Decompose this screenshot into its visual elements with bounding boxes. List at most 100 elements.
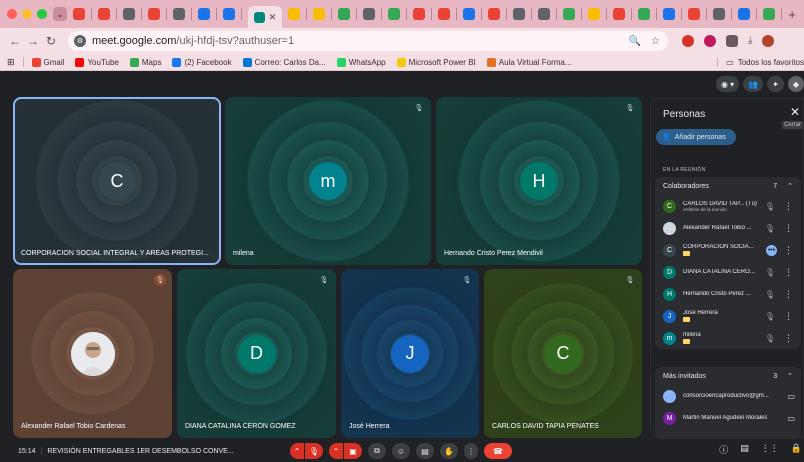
message-icon[interactable]: ▭ <box>787 414 795 423</box>
participants-count-icon[interactable]: 👥 <box>743 76 764 92</box>
minimize-window-button[interactable] <box>22 9 32 19</box>
effects-icon[interactable]: ✦ <box>767 76 784 92</box>
mic-options-chevron-icon[interactable]: ⌃ <box>290 443 304 459</box>
tab-favicon-icon[interactable] <box>538 8 550 20</box>
tab-favicon-icon[interactable] <box>413 8 425 20</box>
tab-favicon-icon[interactable] <box>313 8 325 20</box>
tab-favicon-icon[interactable] <box>688 8 700 20</box>
zoom-icon[interactable]: 🔍 <box>629 36 641 47</box>
bookmark-star-icon[interactable]: ☆ <box>651 36 660 47</box>
more-vert-icon[interactable]: ⋮ <box>784 267 793 278</box>
meeting-info-icon[interactable]: ⓘ <box>719 443 728 456</box>
forward-arrow-icon[interactable]: → <box>24 34 42 48</box>
invited-header[interactable]: Más invitados 3 ⌃ <box>655 367 801 385</box>
mic-off-icon[interactable]: 🎙 <box>305 443 323 459</box>
tab-favicon-icon[interactable] <box>123 8 135 20</box>
tab-favicon-icon[interactable] <box>488 8 500 20</box>
camera-options-chevron-icon[interactable]: ⌃ <box>329 443 343 459</box>
mic-off-icon[interactable]: 🎙 <box>765 334 775 343</box>
extension-icon[interactable] <box>704 35 716 47</box>
participant-list-item[interactable]: J José Herrera 🎙 ⋮ <box>655 305 801 327</box>
mic-off-icon[interactable]: 🎙 <box>765 202 775 211</box>
chat-icon[interactable]: ▤ <box>740 443 749 456</box>
camera-off-icon[interactable]: ▣ <box>344 443 362 459</box>
new-tab-plus-icon[interactable]: + <box>788 7 796 22</box>
tab-favicon-icon[interactable] <box>173 8 185 20</box>
tab-favicon-icon[interactable] <box>148 8 160 20</box>
extensions-puzzle-icon[interactable] <box>726 35 738 47</box>
bookmark-item[interactable]: Aula Virtual Forma... <box>486 57 572 67</box>
participant-list-item[interactable]: H Hernando Cristo Perez ... 🎙 ⋮ <box>655 283 801 305</box>
bookmark-item[interactable]: Correo: Carlos Da... <box>242 57 326 67</box>
more-vert-icon[interactable]: ⋮ <box>784 245 793 256</box>
extension-icon[interactable] <box>682 35 694 47</box>
participant-list-item[interactable]: C CORPORACION SOCIA... ••• ⋮ <box>655 239 801 261</box>
close-tab-icon[interactable]: ✕ <box>269 12 277 23</box>
tab-favicon-icon[interactable] <box>738 8 750 20</box>
message-icon[interactable]: ▭ <box>787 392 795 401</box>
tab-favicon-icon[interactable] <box>663 8 675 20</box>
tab-favicon-icon[interactable] <box>638 8 650 20</box>
download-icon[interactable]: ⤓ <box>748 35 752 47</box>
more-vert-icon[interactable]: ⋮ <box>784 223 793 234</box>
participant-list-item[interactable]: m milena 🎙 ⋮ <box>655 327 801 349</box>
participant-tile[interactable]: 🎙 Alexander Rafael Tobio Cardenas <box>13 269 172 438</box>
participant-tile[interactable]: H 🎙 Hernando Cristo Perez Mendivil <box>436 97 642 265</box>
collaborators-header[interactable]: Colaboradores 7 ⌃ <box>655 177 801 195</box>
tab-favicon-icon[interactable] <box>288 8 300 20</box>
tab-favicon-icon[interactable] <box>98 8 110 20</box>
tab-favicon-icon[interactable] <box>223 8 235 20</box>
leave-call-icon[interactable]: ☎ <box>484 443 512 459</box>
more-vert-icon[interactable]: ⋮ <box>784 201 793 212</box>
reload-icon[interactable]: ↻ <box>42 34 60 48</box>
more-vert-icon[interactable]: ⋮ <box>784 311 793 322</box>
recording-indicator-icon[interactable]: ◉ ▾ <box>715 76 740 92</box>
add-people-button[interactable]: 👤 Añadir personas <box>656 129 736 145</box>
more-vert-icon[interactable]: ⋮ <box>784 333 793 344</box>
more-vert-icon[interactable]: ⋮ <box>784 289 793 300</box>
tab-favicon-icon[interactable] <box>338 8 350 20</box>
participant-tile[interactable]: J 🎙 José Herrera <box>341 269 479 438</box>
tab-favicon-icon[interactable] <box>363 8 375 20</box>
chevron-up-icon[interactable]: ⌃ <box>787 372 793 380</box>
mic-off-icon[interactable]: 🎙 <box>765 224 775 233</box>
back-arrow-icon[interactable]: ← <box>6 34 24 48</box>
tab-favicon-icon[interactable] <box>563 8 575 20</box>
activities-grid-icon[interactable]: ⋮⋮ <box>761 443 779 456</box>
participant-tile[interactable]: C CORPORACION SOCIAL INTEGRAL Y AREAS PRO… <box>13 97 221 265</box>
invited-list-item[interactable]: consorcioencaproductivo@gm... ▭ <box>655 385 801 407</box>
site-info-icon[interactable]: ⚙ <box>74 35 86 47</box>
address-bar[interactable]: ⚙ meet.google.com/ukj-hfdj-tsv?authuser=… <box>68 31 668 51</box>
captions-icon[interactable]: ▤ <box>416 443 434 459</box>
bookmark-item[interactable]: WhatsApp <box>336 57 386 67</box>
more-options-icon[interactable]: ⋮ <box>464 443 478 459</box>
participant-tile[interactable]: D 🎙 DIANA CATALINA CERON GOMEZ <box>177 269 336 438</box>
close-window-button[interactable] <box>7 9 17 19</box>
chevron-up-icon[interactable]: ⌃ <box>787 182 793 190</box>
participant-list-item[interactable]: C CARLOS DAVID TAP... (Tú) Anfitrión de la… <box>655 195 801 217</box>
bookmark-item[interactable]: Maps <box>129 57 161 67</box>
bookmark-item[interactable]: YouTube <box>75 57 119 67</box>
bookmark-item[interactable]: Microsoft Power BI <box>396 57 476 67</box>
participant-list-item[interactable]: Alexander Rafael Tobio ... 🎙 ⋮ <box>655 217 801 239</box>
tab-search-chevron-icon[interactable]: ⌄ <box>53 7 67 21</box>
tab-favicon-icon[interactable] <box>513 8 525 20</box>
close-panel-icon[interactable]: ✕ <box>790 105 800 119</box>
emoji-icon[interactable]: ☺ <box>392 443 410 459</box>
bookmark-item[interactable]: Gmail <box>31 57 64 67</box>
mic-off-icon[interactable]: 🎙 <box>765 312 775 321</box>
apps-grid-icon[interactable]: ⊞ <box>7 57 15 68</box>
raise-hand-icon[interactable]: ✋ <box>440 443 458 459</box>
tab-favicon-icon[interactable] <box>198 8 210 20</box>
tab-favicon-icon[interactable] <box>763 8 775 20</box>
maximize-window-button[interactable] <box>37 9 47 19</box>
host-controls-icon[interactable]: 🔒 <box>791 443 802 456</box>
tab-favicon-icon[interactable] <box>438 8 450 20</box>
invited-list-item[interactable]: M Martin Manuel Agudelo Morales ▭ <box>655 407 801 429</box>
more-indicators-icon[interactable]: ◆ <box>787 76 804 92</box>
participant-list-item[interactable]: D DIANA CATALINA CERO... 🎙 ⋮ <box>655 261 801 283</box>
tab-favicon-icon[interactable] <box>73 8 85 20</box>
participant-tile[interactable]: C 🎙 CARLOS DAVID TAPIA PENATES <box>484 269 642 438</box>
bookmark-item[interactable]: (2) Facebook <box>172 57 232 67</box>
tab-favicon-icon[interactable] <box>388 8 400 20</box>
